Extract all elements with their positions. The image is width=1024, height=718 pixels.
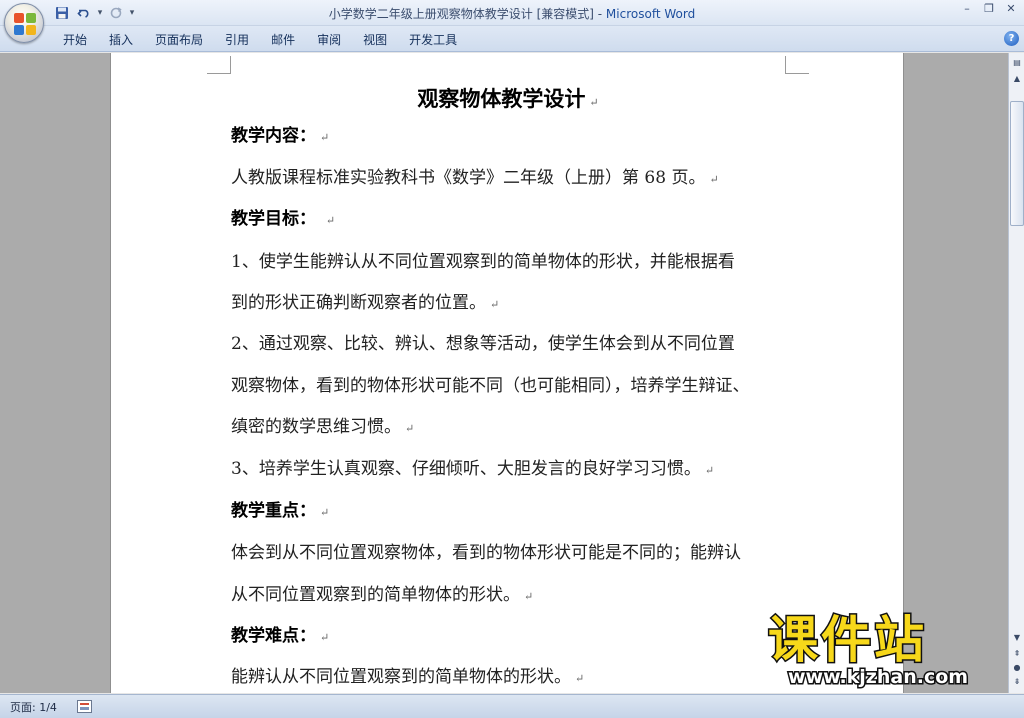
margin-corner-top-right [785, 56, 809, 74]
paragraph-mark: ↵ [589, 96, 599, 109]
office-button[interactable] [4, 3, 44, 43]
line-text: 到的形状正确判断观察者的位置。 [231, 293, 486, 313]
document-title-text: 观察物体教学设计 [417, 86, 586, 111]
line-text: 教学难点： [231, 626, 316, 646]
tab-developer[interactable]: 开发工具 [398, 30, 468, 50]
body-line: 人教版课程标准实验教科书《数学》二年级（上册）第 68 页。 ↵ [231, 167, 801, 191]
office-logo-icon [14, 13, 36, 35]
close-icon[interactable]: ✕ [1004, 2, 1018, 16]
line-text: 教学重点： [231, 501, 316, 521]
heading-teaching-content: 教学内容： ↵ [231, 125, 801, 149]
paragraph-mark: ↵ [704, 464, 715, 477]
window-title-app: Microsoft Word [605, 7, 696, 21]
select-browse-object-icon[interactable]: ● [1010, 661, 1024, 675]
line-text: 2、通过观察、比较、辨认、想象等活动，使学生体会到从不同位置 [231, 334, 735, 354]
line-text: 能辨认从不同位置观察到的简单物体的形状。 [231, 667, 571, 687]
line-text: 从不同位置观察到的简单物体的形状。 [231, 585, 520, 605]
heading-teaching-goals: 教学目标： ↵ [231, 208, 801, 232]
tab-mailings[interactable]: 邮件 [260, 30, 306, 50]
heading-key-points: 教学重点： ↵ [231, 500, 801, 524]
scroll-down-icon[interactable]: ▼ [1010, 631, 1024, 645]
paragraph-mark: ↵ [320, 131, 330, 144]
paragraph-mark: ↵ [490, 298, 500, 311]
watermark-logo-text: 课件站 [767, 611, 927, 670]
next-page-icon[interactable]: ⇟ [1010, 675, 1024, 689]
window-title-document: 小学数学二年级上册观察物体教学设计 [兼容模式] - [328, 7, 606, 21]
tab-view[interactable]: 视图 [352, 30, 398, 50]
scrollbar-thumb[interactable] [1010, 101, 1024, 226]
previous-page-icon[interactable]: ⇞ [1010, 647, 1024, 661]
paragraph-mark: ↵ [709, 173, 719, 186]
tab-references[interactable]: 引用 [214, 30, 260, 50]
body-line: 缜密的数学思维习惯。 ↵ [231, 416, 801, 440]
paragraph-mark: ↵ [405, 422, 415, 435]
tab-home[interactable]: 开始 [52, 30, 98, 50]
body-line: 能辨认从不同位置观察到的简单物体的形状。 ↵ [231, 666, 801, 690]
scroll-up-icon[interactable]: ▲ [1010, 72, 1024, 86]
paragraph-mark: ↵ [524, 590, 534, 603]
paragraph-mark: ↵ [325, 214, 336, 227]
ribbon: 开始 插入 页面布局 引用 邮件 审阅 视图 开发工具 ? [0, 26, 1024, 52]
paragraph-mark: ↵ [575, 672, 585, 685]
line-text: 3、培养学生认真观察、仔细倾听、大胆发言的良好学习习惯。 [231, 459, 701, 479]
line-text: 教学内容： [231, 126, 316, 146]
minimize-icon[interactable]: – [960, 2, 974, 16]
restore-icon[interactable]: ❐ [982, 2, 996, 16]
line-text: 人教版课程标准实验教科书《数学》二年级（上册）第 68 页。 [231, 168, 706, 188]
help-icon[interactable]: ? [1004, 31, 1019, 46]
tab-page-layout[interactable]: 页面布局 [144, 30, 214, 50]
paragraph-mark: ↵ [320, 506, 330, 519]
paragraph-mark: ↵ [320, 631, 330, 644]
body-line: 从不同位置观察到的简单物体的形状。 ↵ [231, 584, 801, 608]
margin-corner-top-left [207, 56, 231, 74]
view-ruler-icon[interactable]: ▤ [1010, 56, 1024, 70]
status-bar: 页面: 1/4 [0, 694, 1024, 718]
page-indicator[interactable]: 页面: 1/4 [10, 699, 57, 715]
window-controls: – ❐ ✕ [960, 2, 1018, 16]
heading-difficulties: 教学难点： ↵ [231, 625, 801, 649]
window-title: 小学数学二年级上册观察物体教学设计 [兼容模式] - Microsoft Wor… [0, 5, 1024, 22]
body-line: 1、使学生能辨认从不同位置观察到的简单物体的形状，并能根据看 [231, 251, 801, 273]
vertical-scrollbar[interactable]: ▤ ▲ ▼ ⇞ ● ⇟ [1008, 53, 1024, 693]
document-title: 观察物体教学设计 ↵ [111, 83, 905, 113]
line-text: 观察物体，看到的物体形状可能不同（也可能相同），培养学生辩证、 [231, 376, 750, 396]
body-line: 观察物体，看到的物体形状可能不同（也可能相同），培养学生辩证、 [231, 375, 801, 397]
document-area: 观察物体教学设计 ↵ 教学内容： ↵ 人教版课程标准实验教科书《数学》二年级（上册）… [0, 53, 1008, 693]
proofing-status-icon[interactable] [77, 700, 92, 713]
body-line: 体会到从不同位置观察物体，看到的物体形状可能是不同的；能辨认 [231, 542, 801, 564]
document-page[interactable]: 观察物体教学设计 ↵ 教学内容： ↵ 人教版课程标准实验教科书《数学》二年级（上册）… [110, 53, 904, 693]
ribbon-tabs: 开始 插入 页面布局 引用 邮件 审阅 视图 开发工具 [52, 30, 468, 50]
watermark-url: www.kjzhan.com [786, 665, 969, 690]
title-bar: ▾ ▾ 小学数学二年级上册观察物体教学设计 [兼容模式] - Microsoft… [0, 0, 1024, 26]
body-line: 3、培养学生认真观察、仔细倾听、大胆发言的良好学习习惯。 ↵ [231, 458, 801, 482]
tab-insert[interactable]: 插入 [98, 30, 144, 50]
line-text: 缜密的数学思维习惯。 [231, 417, 401, 437]
body-line: 2、通过观察、比较、辨认、想象等活动，使学生体会到从不同位置 [231, 333, 801, 355]
line-text: 体会到从不同位置观察物体，看到的物体形状可能是不同的；能辨认 [231, 543, 741, 563]
line-text: 教学目标： [231, 209, 322, 229]
tab-review[interactable]: 审阅 [306, 30, 352, 50]
body-line: 到的形状正确判断观察者的位置。 ↵ [231, 292, 801, 316]
line-text: 1、使学生能辨认从不同位置观察到的简单物体的形状，并能根据看 [231, 252, 735, 272]
